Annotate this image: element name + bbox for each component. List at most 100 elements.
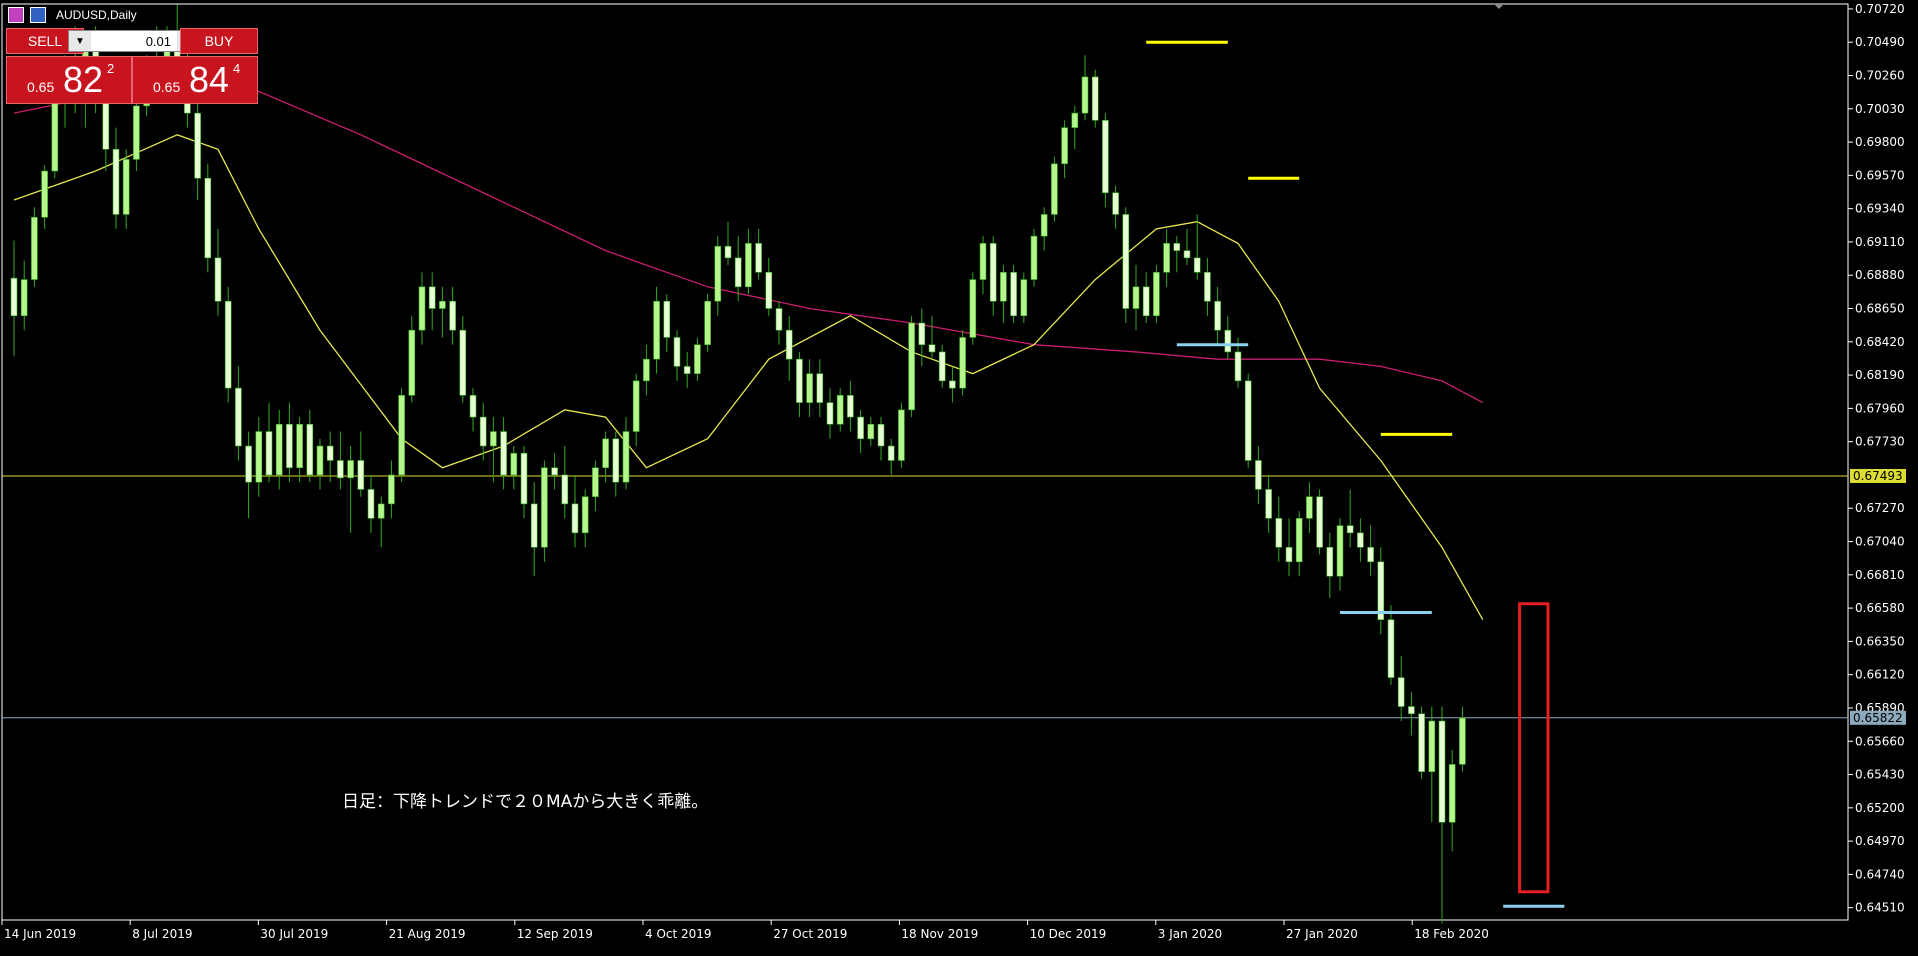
y-tick-label: 0.66580 (1855, 601, 1905, 615)
candle-body (826, 402, 834, 425)
candle-body (1183, 250, 1191, 259)
candle-body (1244, 380, 1252, 461)
candle-body (1163, 243, 1170, 273)
candle-body (898, 409, 905, 461)
candle-body (1357, 532, 1364, 548)
candle-body (245, 445, 252, 483)
price-line-label: 0.65822 (1853, 711, 1903, 725)
candle-body (1224, 329, 1232, 353)
candle-body (887, 445, 895, 461)
candle-body (41, 170, 48, 218)
candle-body (551, 467, 558, 476)
candle-body (479, 416, 487, 447)
candle-body (1071, 112, 1079, 128)
candle-body (388, 474, 395, 505)
candle-body (806, 373, 813, 403)
candle-body (1102, 120, 1109, 194)
chart-title: AUDUSD,Daily (56, 8, 137, 22)
sell-price-prefix: 0.65 (27, 79, 55, 95)
candle-body (663, 300, 671, 338)
candle-body (449, 300, 456, 331)
candle-body (602, 438, 609, 469)
chart-annotation: 日足：下降トレンドで２０MAから大きく乖離。 (342, 792, 709, 812)
candle-body (847, 395, 854, 418)
candle-body (337, 460, 344, 479)
sell-price-display[interactable]: 0.65 82 2 (6, 56, 132, 104)
lot-size-input[interactable]: 0.01 (91, 34, 177, 49)
y-tick-label: 0.64510 (1855, 901, 1905, 915)
candle-body (326, 445, 334, 461)
candle-body (265, 431, 273, 476)
y-tick-label: 0.69340 (1855, 202, 1905, 216)
candle-body (1316, 496, 1323, 548)
candle-body (561, 474, 569, 505)
y-tick-label: 0.66120 (1855, 668, 1905, 682)
candle-body (296, 423, 303, 469)
candle-body (734, 257, 742, 288)
candle-body (1387, 619, 1395, 678)
candle-body (1193, 257, 1201, 273)
x-tick-label: 3 Jan 2020 (1158, 927, 1222, 941)
x-tick-label: 27 Jan 2020 (1286, 927, 1358, 941)
candle-body (357, 460, 365, 490)
candle-body (235, 387, 242, 447)
candle-body (490, 431, 497, 447)
candle-body (112, 149, 120, 215)
candle-body (1346, 525, 1354, 534)
candle-body (836, 395, 844, 425)
y-tick-label: 0.65200 (1855, 801, 1905, 815)
candle-body (1091, 76, 1099, 121)
candle-body (1214, 300, 1221, 331)
candle-body (1438, 720, 1446, 823)
candle-body (938, 351, 946, 382)
candle-body (796, 358, 803, 403)
candle-body (1173, 243, 1181, 251)
candle-body (377, 503, 385, 519)
candle-body (20, 279, 28, 317)
candle-body (398, 395, 405, 476)
y-tick-label: 0.70030 (1855, 102, 1905, 116)
candle-body (581, 496, 589, 534)
candle-body (418, 286, 426, 331)
candle-body (1153, 272, 1160, 317)
x-tick-label: 21 Aug 2019 (389, 927, 466, 941)
y-tick-label: 0.68650 (1855, 302, 1905, 316)
y-tick-label: 0.68190 (1855, 368, 1905, 382)
candle-body (1285, 547, 1293, 563)
candle-body (612, 438, 620, 483)
buy-button[interactable]: BUY (180, 28, 258, 54)
y-tick-label: 0.70260 (1855, 68, 1905, 82)
candle-body (918, 322, 926, 345)
candle-body (622, 431, 630, 483)
candle-body (214, 257, 222, 302)
candle-body (1306, 496, 1313, 519)
x-tick-label: 14 Jun 2019 (4, 927, 76, 941)
candle-body (1275, 518, 1283, 548)
candle-body (1428, 720, 1436, 772)
price-chart[interactable]: 0.70720 0.70490 0.70260 0.70030 0.69800 0.695… (0, 0, 1918, 951)
buy-price-display[interactable]: 0.65 84 4 (132, 56, 258, 104)
price-line-label: 0.67493 (1853, 469, 1903, 483)
candle-body (10, 277, 18, 317)
candle-body (1020, 279, 1028, 317)
candle-body (1030, 235, 1038, 280)
candle-body (571, 503, 579, 534)
x-tick-label: 18 Feb 2020 (1414, 927, 1489, 941)
candle-body (704, 300, 711, 345)
x-tick-label: 12 Sep 2019 (517, 927, 593, 941)
candle-body (989, 243, 997, 302)
lot-decrease-icon[interactable]: ▼ (69, 31, 91, 51)
candle-body (255, 431, 263, 483)
candle-body (224, 300, 232, 389)
y-tick-label: 0.66810 (1855, 568, 1905, 582)
candle-body (316, 445, 324, 476)
y-tick-label: 0.67960 (1855, 401, 1905, 415)
candle-body (1122, 214, 1130, 309)
candle-body (1112, 192, 1119, 215)
y-tick-label: 0.65430 (1855, 768, 1905, 782)
candle-body (1336, 525, 1344, 577)
symbol-flag-icon (30, 7, 46, 23)
x-tick-label: 4 Oct 2019 (645, 927, 712, 941)
y-tick-label: 0.66350 (1855, 634, 1905, 648)
x-tick-label: 10 Dec 2019 (1030, 927, 1107, 941)
